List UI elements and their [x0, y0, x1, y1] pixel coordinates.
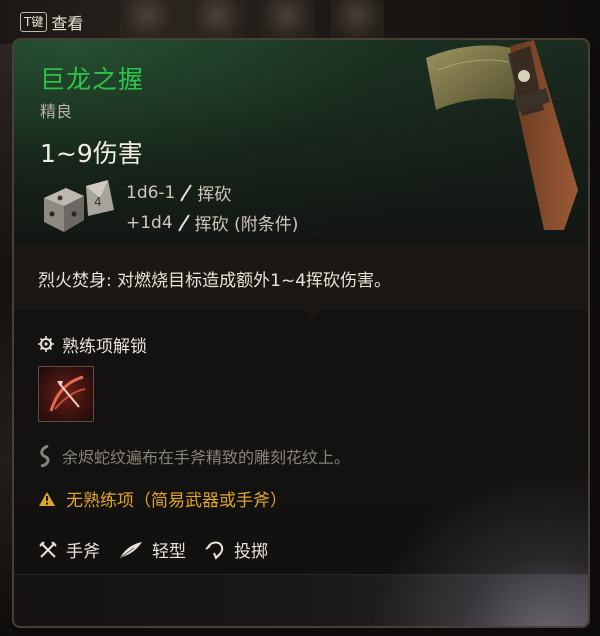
- weapon-properties: 手斧 轻型 投掷: [38, 537, 268, 562]
- svg-text:4: 4: [94, 195, 102, 209]
- left-edge-decor: [0, 44, 12, 636]
- proficiency-unlock-header: 熟练项解锁: [38, 332, 147, 357]
- property-thrown[interactable]: 投掷: [204, 537, 268, 562]
- item-tooltip: 巨龙之握 精良 1~9伤害 4 1d6-1 挥砍 +1d4 挥砍 (附条件) 烈…: [12, 38, 590, 628]
- divider-notch: [306, 236, 320, 244]
- lore-icon: [40, 445, 50, 467]
- tooltip-footer: [14, 574, 588, 626]
- property-label: 投掷: [234, 542, 268, 562]
- inventory-slot[interactable]: [330, 0, 384, 38]
- flavor-text: 余烬蛇纹遍布在手斧精致的雕刻花纹上。: [62, 448, 351, 467]
- inventory-slot[interactable]: [120, 0, 174, 38]
- divider-notch: [306, 310, 320, 318]
- warning-text: 无熟练项（简易武器或手斧）: [66, 491, 287, 511]
- dice-icon: 4: [44, 180, 114, 232]
- slashing-icon: [177, 213, 190, 232]
- property-label: 手斧: [66, 542, 100, 562]
- slash-action-icon: [49, 375, 86, 412]
- examine-hint[interactable]: T键 查看: [20, 10, 83, 34]
- inventory-slot[interactable]: [190, 0, 244, 38]
- property-label: 轻型: [152, 542, 186, 562]
- damage-dice: 1d6-1: [126, 182, 176, 203]
- passive-section: 烈火焚身: 对燃烧目标造成额外1~4挥砍伤害。: [14, 244, 588, 310]
- damage-type: 挥砍: [197, 185, 232, 205]
- flavor-text-row: 余烬蛇纹遍布在手斧精致的雕刻花纹上。: [38, 444, 350, 468]
- property-handaxe[interactable]: 手斧: [38, 537, 100, 562]
- examine-label: 查看: [51, 14, 84, 33]
- throw-arrow-icon: [205, 541, 224, 560]
- crossed-weapons-icon: [39, 540, 57, 558]
- item-name: 巨龙之握: [40, 65, 145, 94]
- damage-line-primary: 1d6-1 挥砍: [126, 180, 232, 206]
- damage-range: 1~9伤害: [40, 139, 143, 168]
- key-cap: T键: [20, 12, 48, 32]
- passive-effect: 烈火焚身: 对燃烧目标造成额外1~4挥砍伤害。: [38, 271, 392, 291]
- slashing-icon: [180, 183, 193, 202]
- item-rarity: 精良: [40, 102, 73, 121]
- proficiency-unlock-label: 熟练项解锁: [62, 337, 147, 357]
- inventory-slot[interactable]: [260, 0, 314, 38]
- handaxe-illustration-icon: [426, 40, 578, 230]
- weapon-action-slot[interactable]: [38, 366, 94, 422]
- warning-icon: [39, 491, 55, 506]
- feather-icon: [119, 541, 142, 558]
- damage-line-conditional: +1d4 挥砍 (附条件): [126, 210, 299, 236]
- property-light[interactable]: 轻型: [118, 537, 186, 562]
- damage-dice: +1d4: [126, 212, 173, 233]
- damage-type: 挥砍 (附条件): [194, 215, 299, 235]
- proficiency-warning: 无熟练项（简易武器或手斧）: [38, 486, 287, 511]
- gear-icon: [38, 335, 54, 352]
